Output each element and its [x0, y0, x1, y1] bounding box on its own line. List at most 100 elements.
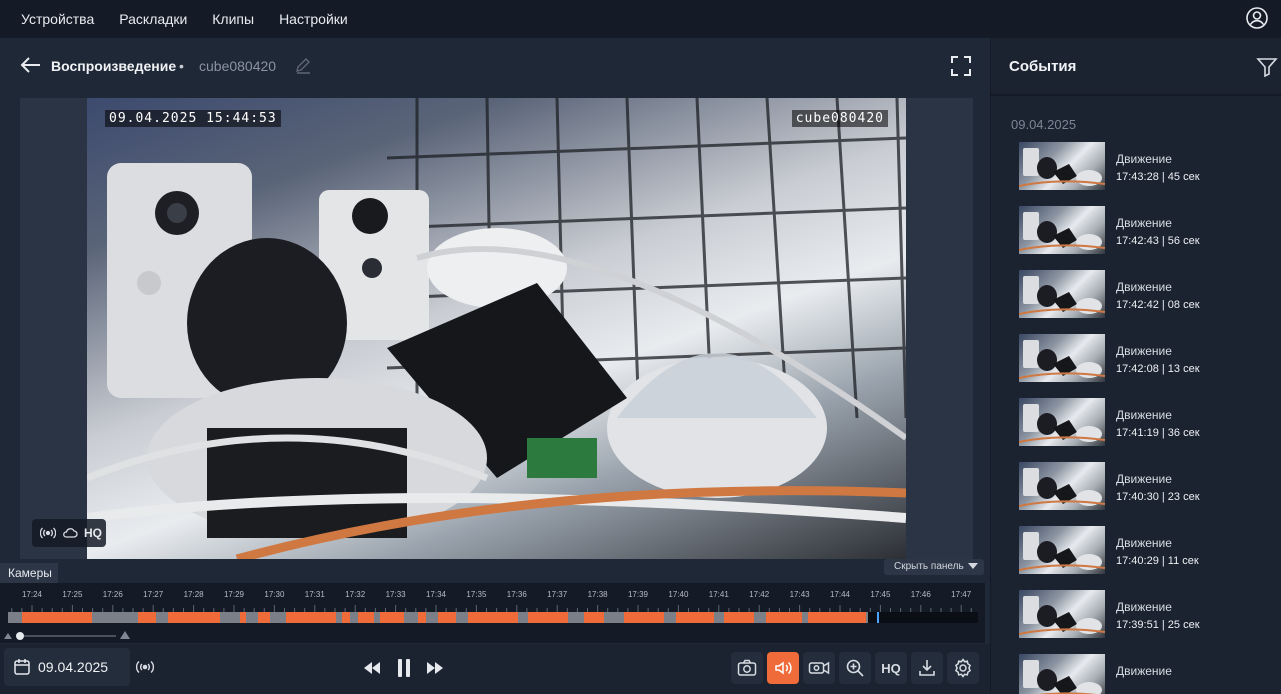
- nav-layouts[interactable]: Раскладки: [119, 11, 187, 27]
- speaker-sound-icon: [775, 661, 792, 675]
- zoom-in-magnifier-icon: [846, 659, 864, 677]
- fullscreen-icon[interactable]: [950, 55, 972, 77]
- camera-name: cube080420: [199, 58, 277, 74]
- event-thumbnail: [1019, 398, 1105, 446]
- snapshot-button[interactable]: [731, 652, 763, 684]
- page-title: Воспроизведение: [51, 58, 177, 74]
- stream-status-badge: HQ: [32, 519, 106, 547]
- camera-settings-icon: [808, 661, 830, 675]
- osd-camera-name: cube080420: [791, 110, 888, 127]
- recorded-segment: [168, 612, 220, 623]
- zoom-in-icon: [120, 631, 130, 639]
- event-list-item[interactable]: Движение 17:39:51 | 25 сек: [1019, 590, 1269, 640]
- gear-icon: [954, 658, 972, 678]
- date-picker[interactable]: 09.04.2025: [4, 648, 130, 686]
- event-type: Движение: [1116, 344, 1172, 358]
- event-list-item[interactable]: Движение 17:40:29 | 11 сек: [1019, 526, 1269, 576]
- timeline-track[interactable]: [8, 612, 978, 623]
- timeline-tick-marks: [11, 605, 972, 612]
- fast-forward-icon[interactable]: [423, 656, 447, 680]
- hq-toggle-label: HQ: [881, 660, 901, 676]
- recorded-segment: [240, 612, 246, 623]
- filter-icon[interactable]: [1256, 56, 1278, 78]
- event-list-item[interactable]: Движение 17:42:43 | 56 сек: [1019, 206, 1269, 256]
- settings-button[interactable]: [947, 652, 979, 684]
- rewind-icon[interactable]: [360, 656, 384, 680]
- events-date: 09.04.2025: [1011, 117, 1077, 132]
- zoom-button[interactable]: [839, 652, 871, 684]
- zoom-out-icon: [4, 633, 12, 639]
- event-time: 17:39:51 | 25 сек: [1116, 619, 1200, 631]
- recorded-segment: [380, 612, 404, 623]
- playback-controls: 09.04.2025 HQ: [0, 644, 990, 694]
- user-circle-icon[interactable]: [1245, 6, 1269, 30]
- video-container: 09.04.2025 15:44:53 cube080420 HQ: [20, 98, 973, 559]
- event-thumbnail: [1019, 142, 1105, 190]
- event-thumbnail: [1019, 206, 1105, 254]
- event-thumbnail: [1019, 462, 1105, 510]
- event-list-item[interactable]: Движение 17:41:19 | 36 сек: [1019, 398, 1269, 448]
- nav-devices[interactable]: Устройства: [21, 11, 94, 27]
- event-time: 17:42:08 | 13 сек: [1116, 363, 1200, 375]
- pause-icon[interactable]: [392, 656, 416, 680]
- playback-area: Воспроизведение • cube080420 09.04.2025 …: [0, 38, 990, 694]
- event-list-item[interactable]: Движение: [1019, 654, 1269, 694]
- recorded-segment: [358, 612, 374, 623]
- event-type: Движение: [1116, 472, 1172, 486]
- event-list-item[interactable]: Движение 17:42:08 | 13 сек: [1019, 334, 1269, 384]
- playback-header: Воспроизведение • cube080420: [0, 38, 990, 94]
- hide-panel-button[interactable]: Скрыть панель: [884, 559, 984, 575]
- audio-button[interactable]: [767, 652, 799, 684]
- timeline-ticks: 17:24 17:25 17:26 17:27 17:28 17:29 17:30 17:31…: [8, 583, 978, 613]
- event-list-item[interactable]: Движение 17:40:30 | 23 сек: [1019, 462, 1269, 512]
- event-type: Движение: [1116, 408, 1172, 422]
- timeline-zoom-slider[interactable]: [0, 627, 140, 641]
- events-title: События: [1009, 58, 1077, 75]
- ptz-camera-button[interactable]: [803, 652, 835, 684]
- camera-video-frame[interactable]: 09.04.2025 15:44:53 cube080420: [87, 98, 906, 559]
- event-type: Движение: [1116, 152, 1172, 166]
- live-broadcast-icon[interactable]: [136, 660, 154, 674]
- events-list: Движение 17:43:28 | 45 сек Движение 17:42:4…: [991, 142, 1281, 694]
- recorded-segment: [528, 612, 568, 623]
- hq-toggle-button[interactable]: HQ: [875, 652, 907, 684]
- recorded-segment: [624, 612, 664, 623]
- event-time: 17:42:42 | 08 сек: [1116, 299, 1200, 311]
- hide-panel-label: Скрыть панель: [894, 561, 964, 572]
- broadcast-icon: [40, 527, 56, 539]
- chevron-down-icon: [967, 563, 978, 570]
- back-arrow-icon[interactable]: [20, 54, 42, 76]
- osd-datetime: 09.04.2025 15:44:53: [105, 110, 281, 127]
- download-icon: [919, 660, 935, 676]
- nav-settings[interactable]: Настройки: [279, 11, 348, 27]
- recorded-segment: [468, 612, 518, 623]
- event-thumbnail: [1019, 590, 1105, 638]
- nav-clips[interactable]: Клипы: [212, 11, 254, 27]
- timeline[interactable]: 17:24 17:25 17:26 17:27 17:28 17:29 17:30 17:31…: [0, 583, 985, 643]
- recorded-segment: [258, 612, 270, 623]
- event-list-item[interactable]: Движение 17:43:28 | 45 сек: [1019, 142, 1269, 192]
- calendar-icon: [14, 659, 30, 675]
- recorded-segment: [724, 612, 754, 623]
- event-thumbnail: [1019, 526, 1105, 574]
- cameras-tab[interactable]: Камеры: [0, 563, 58, 583]
- event-type: Движение: [1116, 600, 1172, 614]
- zoom-slider-handle: [16, 632, 24, 640]
- event-time: 17:43:28 | 45 сек: [1116, 171, 1200, 183]
- event-thumbnail: [1019, 334, 1105, 382]
- event-time: 17:40:29 | 11 сек: [1116, 555, 1199, 567]
- event-type: Движение: [1116, 536, 1172, 550]
- download-button[interactable]: [911, 652, 943, 684]
- top-navigation: Устройства Раскладки Клипы Настройки: [0, 0, 1281, 38]
- recorded-segment: [138, 612, 156, 623]
- stream-quality-label: HQ: [84, 526, 102, 540]
- event-time: 17:40:30 | 23 сек: [1116, 491, 1200, 503]
- recorded-segment: [676, 612, 714, 623]
- event-list-item[interactable]: Движение 17:42:42 | 08 сек: [1019, 270, 1269, 320]
- event-time: 17:42:43 | 56 сек: [1116, 235, 1200, 247]
- recorded-segment: [808, 612, 866, 623]
- event-type: Движение: [1116, 280, 1172, 294]
- recorded-segment: [438, 612, 456, 623]
- recorded-segment: [584, 612, 604, 623]
- edit-pencil-icon[interactable]: [294, 56, 312, 74]
